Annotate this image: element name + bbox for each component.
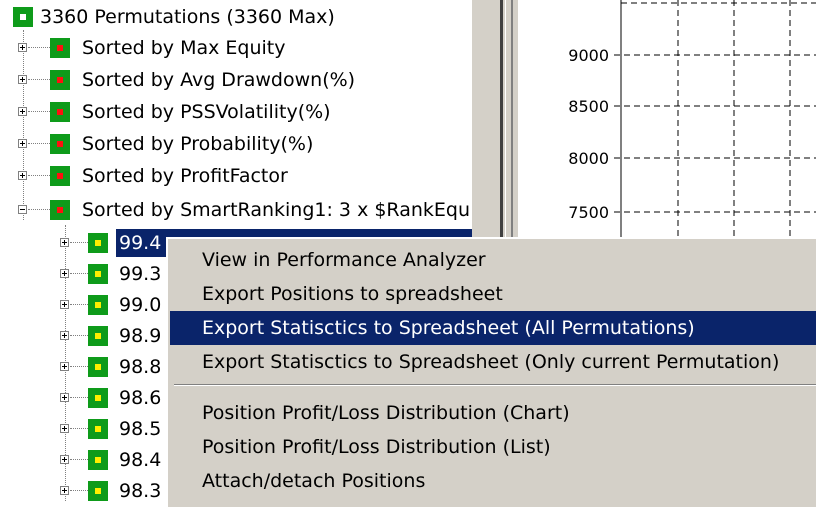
tree-group-row[interactable]: Sorted by Avg Drawdown(%) <box>0 66 472 94</box>
chart-y-tick-label: 7500 <box>568 203 609 222</box>
expand-icon[interactable] <box>60 455 69 464</box>
menu-separator <box>174 384 816 386</box>
tree-group-row[interactable]: Sorted by Probability(%) <box>0 130 472 158</box>
menu-item-label: Export Positions to spreadsheet <box>202 283 503 305</box>
context-menu-item[interactable]: View in Performance Analyzer <box>170 243 816 277</box>
tree-group-row[interactable]: Sorted by Max Equity <box>0 34 472 62</box>
permutation-node-icon <box>88 264 108 284</box>
tree-connector-line <box>28 79 50 81</box>
tree-connector-line <box>70 459 88 461</box>
permutation-node-icon <box>88 357 108 377</box>
tree-group-row[interactable]: Sorted by SmartRanking1: 3 x $RankEqu <box>0 196 472 224</box>
context-menu-item[interactable]: Export Statisctics to Spreadsheet (All P… <box>170 311 816 345</box>
tree-root-label: 3360 Permutations (3360 Max) <box>40 6 335 28</box>
permutation-node-icon <box>88 388 108 408</box>
tree-group-label: Sorted by PSSVolatility(%) <box>82 101 331 123</box>
expand-icon[interactable] <box>60 300 69 309</box>
tree-connector-line <box>70 304 88 306</box>
expand-icon[interactable] <box>18 107 27 116</box>
menu-item-label: Position Profit/Loss Distribution (Chart… <box>202 402 570 424</box>
tree-permutation-label: 98.5 <box>119 418 162 440</box>
chart-y-tick-label: 8000 <box>568 149 609 168</box>
permutation-node-icon <box>88 450 108 470</box>
expand-icon[interactable] <box>18 171 27 180</box>
tree-connector-line <box>70 242 88 244</box>
group-node-icon <box>50 134 70 154</box>
collapse-icon[interactable] <box>18 205 27 214</box>
tree-permutation-label: 99.3 <box>119 263 162 285</box>
menu-item-label: Export Statisctics to Spreadsheet (Only … <box>202 351 780 373</box>
expand-icon[interactable] <box>60 424 69 433</box>
expand-icon[interactable] <box>18 75 27 84</box>
permutation-node-icon <box>88 233 108 253</box>
context-menu-item[interactable]: Position Profit/Loss Distribution (List) <box>170 430 816 464</box>
tree-connector-line <box>28 47 50 49</box>
tree-connector-line <box>28 143 50 145</box>
chart-y-tick-label: 9000 <box>568 46 609 65</box>
tree-connector-line <box>28 209 50 211</box>
expand-icon[interactable] <box>60 486 69 495</box>
expand-icon[interactable] <box>60 238 69 247</box>
chart-y-tick-label: 8500 <box>568 97 609 116</box>
menu-item-label: Attach/detach Positions <box>202 470 426 492</box>
tree-group-label: Sorted by Probability(%) <box>82 133 314 155</box>
menu-item-label: Position Profit/Loss Distribution (List) <box>202 436 551 458</box>
tree-connector-line <box>28 111 50 113</box>
menu-item-label: Export Statisctics to Spreadsheet (All P… <box>202 317 695 339</box>
expand-icon[interactable] <box>60 269 69 278</box>
menu-item-label: View in Performance Analyzer <box>202 249 486 271</box>
tree-connector-line <box>70 490 88 492</box>
expand-icon[interactable] <box>60 393 69 402</box>
tree-group-label: Sorted by ProfitFactor <box>82 165 288 187</box>
tree-permutation-label: 98.9 <box>119 325 162 347</box>
permutation-node-icon <box>88 481 108 501</box>
tree-permutation-label: 98.6 <box>119 387 162 409</box>
tree-group-label: Sorted by Avg Drawdown(%) <box>82 69 356 91</box>
expand-icon[interactable] <box>60 362 69 371</box>
permutation-node-icon <box>88 419 108 439</box>
group-node-icon <box>50 70 70 90</box>
permutation-node-icon <box>88 326 108 346</box>
root-node-icon <box>13 7 33 27</box>
tree-permutation-label: 98.8 <box>119 356 162 378</box>
tree-connector-line <box>70 428 88 430</box>
tree-connector-line <box>70 335 88 337</box>
group-node-icon <box>50 166 70 186</box>
context-menu-item[interactable]: Position Profit/Loss Distribution (Chart… <box>170 396 816 430</box>
tree-permutation-label: 98.4 <box>119 449 162 471</box>
group-node-icon <box>50 38 70 58</box>
tree-permutation-label: 99.0 <box>119 294 162 316</box>
context-menu[interactable]: View in Performance Analyzer Export Posit… <box>166 237 816 507</box>
tree-group-label: Sorted by Max Equity <box>82 37 286 59</box>
tree-group-label: Sorted by SmartRanking1: 3 x $RankEqu <box>82 199 471 221</box>
tree-permutation-label: 98.3 <box>119 480 162 501</box>
tree-connector-line <box>28 175 50 177</box>
permutation-node-icon <box>88 295 108 315</box>
tree-connector-line <box>70 366 88 368</box>
tree-root[interactable]: 3360 Permutations (3360 Max) <box>0 3 472 31</box>
expand-icon[interactable] <box>18 43 27 52</box>
group-node-icon <box>50 102 70 122</box>
tree-connector-line <box>70 273 88 275</box>
group-node-icon <box>50 200 70 220</box>
expand-icon[interactable] <box>18 139 27 148</box>
expand-icon[interactable] <box>60 331 69 340</box>
tree-connector-line <box>70 397 88 399</box>
context-menu-item[interactable]: Attach/detach Positions <box>170 464 816 498</box>
tree-group-row[interactable]: Sorted by PSSVolatility(%) <box>0 98 472 126</box>
context-menu-item[interactable]: Export Positions to spreadsheet <box>170 277 816 311</box>
context-menu-item[interactable]: Export Statisctics to Spreadsheet (Only … <box>170 345 816 379</box>
tree-group-row[interactable]: Sorted by ProfitFactor <box>0 162 472 190</box>
